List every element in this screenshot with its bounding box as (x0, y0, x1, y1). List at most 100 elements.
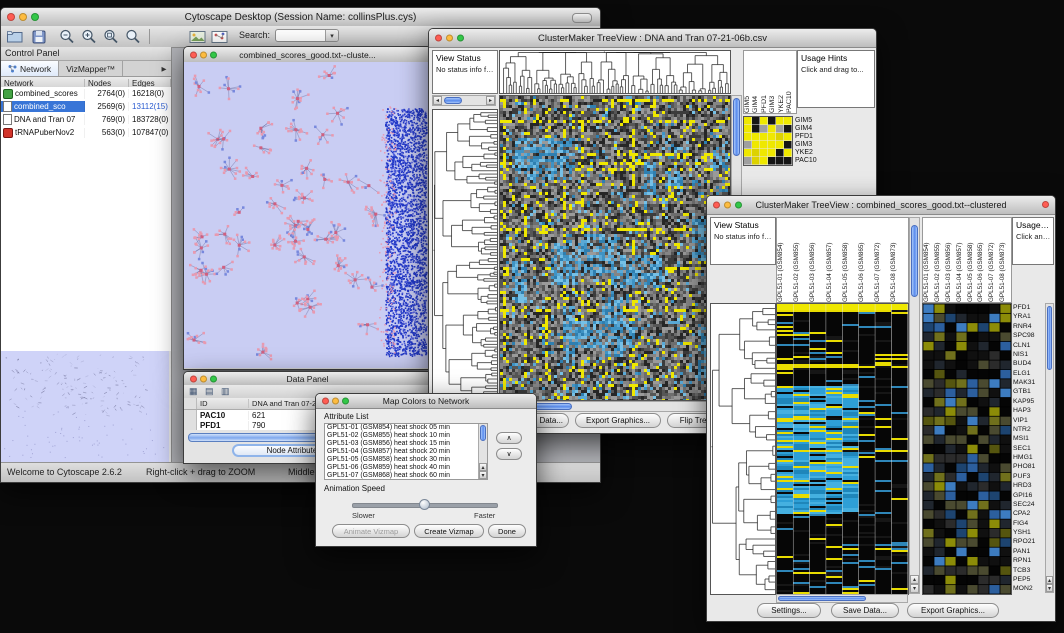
move-down-button[interactable]: ∨ (496, 448, 522, 460)
tab-vizmapper[interactable]: VizMapper™ (59, 61, 123, 76)
zoom-out-icon[interactable] (57, 28, 77, 45)
attribute-list-item[interactable]: GPL51-05 (GSM858) heat shock 30 min (325, 456, 478, 464)
create-vizmap-button[interactable]: Create Vizmap (414, 524, 484, 538)
tabs-overflow-icon[interactable]: ▶ (157, 61, 171, 76)
close-icon[interactable] (7, 13, 15, 21)
slider-thumb[interactable] (419, 499, 430, 510)
network-row-selected[interactable]: combined_sco 2569(6) 13112(15) (1, 100, 171, 113)
dendrogram-h-scrollbar[interactable]: ◂ ▸ (432, 95, 496, 106)
summary-heatmap[interactable] (743, 116, 793, 166)
scrollbar-thumb[interactable] (911, 225, 918, 297)
minimize-icon[interactable] (332, 398, 339, 405)
scrollbar-thumb[interactable] (480, 425, 486, 441)
scroll-right-icon[interactable]: ▸ (486, 96, 495, 105)
attribute-select-icon[interactable]: ▦ (189, 386, 198, 397)
close-icon[interactable] (713, 202, 720, 209)
close-icon[interactable] (190, 375, 197, 382)
network-row[interactable]: combined_scores 2764(0) 16218(0) (1, 87, 171, 100)
minimize-icon[interactable] (200, 51, 207, 58)
open-session-icon[interactable] (5, 28, 25, 45)
gene-label: SEC24 (1013, 500, 1044, 509)
minimize-icon[interactable] (724, 202, 731, 209)
gene-label: PEP5 (1013, 575, 1044, 584)
zoom-window-icon[interactable] (457, 35, 464, 42)
main-titlebar[interactable]: Cytoscape Desktop (Session Name: collins… (1, 8, 600, 27)
attribute-list-item[interactable]: GPL51-06 (GSM859) heat shock 40 min (325, 464, 478, 472)
network-view-canvas[interactable] (184, 62, 429, 368)
zoom-heatmap-canvas[interactable] (922, 303, 1012, 595)
network-view-titlebar[interactable]: combined_scores_good.txt--cluste... (184, 47, 431, 63)
zoom-window-icon[interactable] (735, 202, 742, 209)
network-overview-thumbnail[interactable] (1, 351, 169, 463)
zoom-window-icon[interactable] (210, 375, 217, 382)
data-panel-titlebar[interactable]: Data Panel (184, 372, 431, 386)
zoom-window-icon[interactable] (31, 13, 39, 21)
scrollbar-thumb[interactable] (733, 98, 740, 156)
heatmap-canvas[interactable] (776, 303, 909, 595)
attribute-list-scrollbar[interactable]: ▴ ▾ (478, 424, 487, 479)
heatmap-canvas[interactable] (499, 95, 731, 401)
settings-button[interactable]: Settings... (757, 603, 821, 618)
zoom-window-icon[interactable] (342, 398, 349, 405)
status-welcome: Welcome to Cytoscape 2.6.2 (7, 463, 122, 482)
scroll-up-icon[interactable]: ▴ (479, 463, 487, 471)
zoom-fit-icon[interactable] (123, 28, 143, 45)
attribute-list-item[interactable]: GPL51-01 (GSM854) heat shock 05 min (325, 424, 478, 432)
move-up-button[interactable]: ∧ (496, 432, 522, 444)
export-graphics-button[interactable]: Export Graphics... (575, 413, 661, 428)
zoom-window-icon[interactable] (210, 51, 217, 58)
row-label: GIM3 (795, 141, 839, 149)
scroll-up-icon[interactable]: ▴ (910, 575, 919, 584)
gene-label: PAN1 (1013, 547, 1044, 556)
export-graphics-button[interactable]: Export Graphics... (907, 603, 999, 618)
animation-speed-slider[interactable] (352, 499, 498, 510)
attribute-list-item[interactable]: GPL51-02 (GSM855) heat shock 10 min (325, 432, 478, 440)
minimize-icon[interactable] (446, 35, 453, 42)
zoom-in-icon[interactable] (79, 28, 99, 45)
done-button[interactable]: Done (488, 524, 526, 538)
attribute-list-item[interactable]: GPL51-03 (GSM856) heat shock 15 min (325, 440, 478, 448)
scroll-down-icon[interactable]: ▾ (479, 471, 487, 479)
network-row[interactable]: tRNAPuberNov2 563(0) 107847(0) (1, 126, 171, 139)
save-session-icon[interactable] (29, 28, 49, 45)
network-snapshot-icon[interactable] (209, 28, 229, 45)
attribute-list-item[interactable]: GPL51-04 (GSM857) heat shock 20 min (325, 448, 478, 456)
tab-network[interactable]: Network (1, 61, 59, 76)
heatmap-h-scrollbar[interactable] (776, 594, 908, 603)
treeview-dna-titlebar[interactable]: ClusterMaker TreeView : DNA and Tran 07-… (429, 29, 876, 48)
heatmap-v-scrollbar[interactable]: ▴ ▾ (909, 217, 920, 594)
dialog-titlebar[interactable]: Map Colors to Network (316, 394, 536, 409)
scroll-down-icon[interactable]: ▾ (1046, 584, 1053, 592)
close-icon[interactable] (435, 35, 442, 42)
search-input[interactable]: ▾ (275, 29, 339, 42)
image-export-icon[interactable] (187, 28, 207, 45)
view-status-panel: View Status No status info for... (432, 50, 498, 94)
minimize-icon[interactable] (19, 13, 27, 21)
treeview-combined-titlebar[interactable]: ClusterMaker TreeView : combined_scores_… (707, 196, 1055, 215)
scroll-up-icon[interactable]: ▴ (1046, 576, 1053, 584)
attribute-create-icon[interactable]: ▤ (205, 386, 214, 397)
save-data-button[interactable]: Save Data... (831, 603, 899, 618)
toolbar-toggle-pill[interactable] (572, 13, 592, 23)
scrollbar-thumb[interactable] (1047, 306, 1052, 370)
attribute-delete-icon[interactable]: ▥ (221, 386, 230, 397)
close-icon[interactable] (322, 398, 329, 405)
scroll-left-icon[interactable]: ◂ (433, 96, 442, 105)
network-row[interactable]: DNA and Tran 07 769(0) 183728(0) (1, 113, 171, 126)
scrollbar-thumb[interactable] (778, 596, 866, 601)
row-dendrogram[interactable] (710, 303, 776, 595)
attribute-list-item[interactable]: GPL51-07 (GSM868) heat shock 60 min (325, 472, 478, 479)
column-dendrogram[interactable] (499, 50, 731, 94)
zoom-selected-icon[interactable] (101, 28, 121, 45)
close-icon[interactable] (1042, 201, 1049, 208)
scroll-down-icon[interactable]: ▾ (910, 584, 919, 593)
scrollbar-thumb[interactable] (444, 97, 462, 104)
row-dendrogram[interactable] (432, 109, 498, 401)
animate-vizmap-button[interactable]: Animate Vizmap (332, 524, 410, 538)
attribute-list[interactable]: GPL51-01 (GSM854) heat shock 05 minGPL51… (324, 423, 488, 480)
minimize-icon[interactable] (200, 375, 207, 382)
zoom-v-scrollbar[interactable]: ▴ ▾ (1045, 303, 1054, 593)
combo-arrow-icon[interactable]: ▾ (325, 30, 338, 41)
column-label: GIM4 (752, 51, 760, 113)
close-icon[interactable] (190, 51, 197, 58)
